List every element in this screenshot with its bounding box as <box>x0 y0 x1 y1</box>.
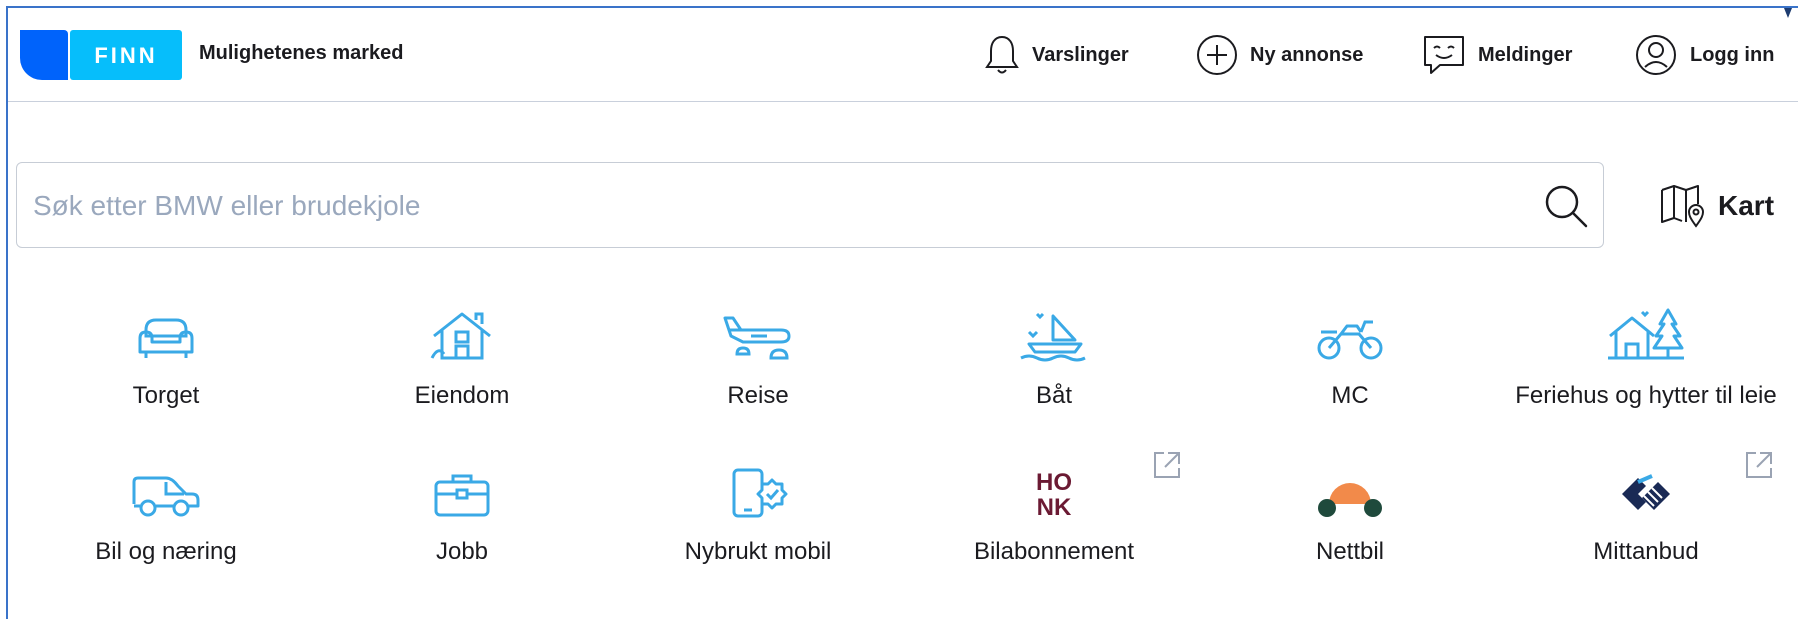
airplane-icon <box>723 316 791 360</box>
category-label: Bilabonnement <box>973 538 1135 565</box>
category-label: Feriehus og hytter til leie <box>1515 382 1777 409</box>
category-label: Mittanbud <box>1593 538 1699 565</box>
plus-circle-icon <box>1197 35 1237 75</box>
nav-label: Ny annonse <box>1250 43 1364 66</box>
car-icon <box>132 476 200 517</box>
chat-bubble-icon <box>1424 36 1464 74</box>
map-pin-icon <box>1661 185 1705 228</box>
sofa-icon <box>138 318 194 358</box>
category-mc[interactable]: MC <box>1202 306 1498 410</box>
nav-login[interactable]: Logg inn <box>1634 32 1774 78</box>
honk-logo-icon: HO NK <box>1036 469 1072 518</box>
nav-label: Meldinger <box>1478 43 1573 66</box>
search-input[interactable] <box>31 163 1515 249</box>
boat-icon <box>1020 312 1086 362</box>
search-box <box>16 162 1604 249</box>
logo-text: FINN <box>94 43 157 68</box>
motorcycle-icon <box>1317 320 1383 360</box>
category-label: MC <box>1331 382 1369 409</box>
category-baat[interactable]: Båt <box>906 306 1202 410</box>
category-eiendom[interactable]: Eiendom <box>314 306 610 410</box>
map-label: Kart <box>1718 190 1775 221</box>
bell-icon <box>985 35 1019 74</box>
category-bil[interactable]: Bil og næring <box>18 462 314 566</box>
category-label: Torget <box>132 382 200 409</box>
category-reise[interactable]: Reise <box>610 306 906 410</box>
site-tagline: Mulighetenes marked <box>199 42 404 64</box>
nav-new-ad[interactable]: Ny annonse <box>1196 32 1363 78</box>
category-torget[interactable]: Torget <box>18 306 314 410</box>
top-header: FINN Mulighetenes marked Varslinger Ny a… <box>8 8 1798 102</box>
category-nybrukt-mobil[interactable]: Nybrukt mobil <box>610 462 906 566</box>
category-label: Nybrukt mobil <box>684 538 832 565</box>
category-label: Jobb <box>435 538 489 565</box>
svg-text:NK: NK <box>1037 494 1072 518</box>
category-label: Nettbil <box>1315 538 1385 565</box>
cabin-icon <box>1608 308 1684 360</box>
category-label: Bil og næring <box>95 538 237 565</box>
category-label: Reise <box>727 382 789 409</box>
map-link[interactable]: Kart <box>1660 184 1774 228</box>
category-nettbil[interactable]: Nettbil <box>1202 462 1498 566</box>
svg-text:HO: HO <box>1036 469 1072 496</box>
mobile-icon <box>732 468 788 518</box>
nav-messages[interactable]: Meldinger <box>1422 32 1572 78</box>
user-circle-icon <box>1636 35 1676 75</box>
external-link-icon <box>1154 452 1180 478</box>
category-jobb[interactable]: Jobb <box>314 462 610 566</box>
category-label: Båt <box>1035 382 1073 409</box>
search-icon[interactable] <box>1541 181 1591 231</box>
external-link-icon <box>1746 452 1772 478</box>
nav-label: Varslinger <box>1032 43 1129 66</box>
nettbil-logo-icon <box>1318 483 1382 517</box>
category-label: Eiendom <box>414 382 510 409</box>
mittanbud-logo-icon <box>1622 474 1670 510</box>
briefcase-icon <box>434 474 490 517</box>
category-feriehus[interactable]: Feriehus og hytter til leie <box>1498 306 1794 410</box>
nav-notifications[interactable]: Varslinger <box>984 32 1129 78</box>
house-icon <box>430 312 491 360</box>
finn-logo[interactable]: FINN <box>20 30 182 80</box>
nav-label: Logg inn <box>1690 43 1775 66</box>
